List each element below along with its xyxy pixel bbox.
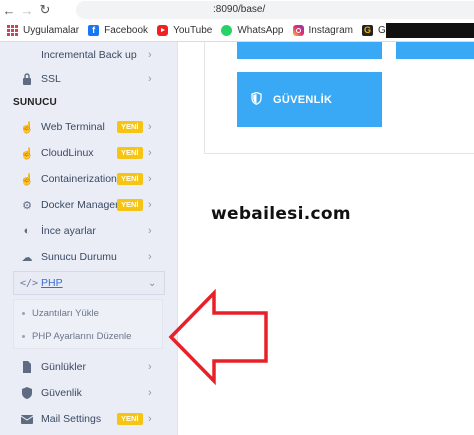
shield-icon: [251, 91, 262, 105]
adjust-icon: ◐: [23, 225, 31, 237]
chevron-right-icon: ›: [148, 73, 152, 85]
sidebar-item-label: Containerization: [41, 173, 117, 185]
sidebar-item-cloudlinux[interactable]: ☝ CloudLinux YENİ ›: [0, 140, 178, 166]
facebook-icon: f: [88, 25, 100, 36]
shield-icon: [21, 387, 33, 400]
sidebar-item-php[interactable]: </> PHP ⌄: [13, 271, 165, 295]
new-badge: YENİ: [117, 173, 143, 185]
new-badge: YENİ: [117, 413, 143, 425]
sidebar-item-label: Mail Settings: [41, 413, 102, 425]
chevron-right-icon: ›: [148, 361, 152, 373]
sidebar-item-label: Incremental Back up: [41, 49, 137, 61]
submenu-item-uzantilari-yukle[interactable]: Uzantıları Yükle: [14, 302, 164, 324]
chevron-right-icon: ›: [148, 49, 152, 61]
php-submenu: Uzantıları Yükle PHP Ayarlarını Düzenle: [13, 299, 163, 349]
new-badge: YENİ: [117, 121, 143, 133]
bullet-dot: [22, 334, 25, 338]
new-badge: YENİ: [117, 147, 143, 159]
sidebar-item-label: Web Terminal: [41, 121, 105, 133]
bookmark-instagram[interactable]: Instagram: [292, 25, 353, 36]
tile-button-label: GÜVENLİK: [273, 93, 333, 106]
guvenlik-tile-button[interactable]: GÜVENLİK: [237, 72, 382, 127]
bookmark-label: WhatsApp: [237, 25, 284, 36]
sidebar-item-label: Docker Manager: [41, 199, 119, 211]
sidebar-item-ince-ayarlar[interactable]: ◐ İnce ayarlar ›: [0, 218, 178, 244]
bookmark-facebook[interactable]: f Facebook: [88, 25, 148, 36]
browser-toolbar: ← → ↻ :8090/base/: [0, 0, 474, 20]
address-bar[interactable]: :8090/base/: [76, 1, 474, 19]
tile-button-partial[interactable]: [237, 42, 382, 59]
chevron-right-icon: ›: [148, 413, 152, 425]
sidebar-item-label: SSL: [41, 73, 61, 85]
hand-pointer-icon: ☝: [20, 147, 34, 160]
url-text: :8090/base/: [213, 4, 266, 15]
submenu-item-label: PHP Ayarlarını Düzenle: [32, 330, 132, 342]
whatsapp-icon: [221, 25, 233, 36]
cloud-icon: ☁: [21, 251, 33, 264]
sidebar-item-mail-settings[interactable]: Mail Settings YENİ ›: [0, 406, 178, 432]
sidebar-item-label: İnce ayarlar: [41, 225, 96, 237]
new-badge: YENİ: [117, 199, 143, 211]
file-icon: [21, 361, 33, 374]
hand-pointer-icon: ☝: [20, 121, 34, 134]
submenu-item-label: Uzantıları Yükle: [32, 307, 99, 319]
back-arrow-icon[interactable]: ←: [0, 0, 18, 20]
chevron-down-icon: ⌄: [148, 277, 157, 289]
bullet-dot: [22, 311, 25, 315]
backup-icon: [21, 49, 33, 62]
sidebar-item-label: Sunucu Durumu: [41, 251, 117, 263]
bookmark-whatsapp[interactable]: WhatsApp: [221, 25, 284, 36]
tile-button-partial[interactable]: [396, 42, 474, 59]
sidebar-item-gunlukler[interactable]: Günlükler ›: [0, 354, 178, 380]
lock-icon: [21, 73, 33, 86]
bookmark-label: Facebook: [104, 25, 149, 36]
chevron-right-icon: ›: [148, 225, 152, 237]
instagram-icon: [292, 25, 304, 36]
gt-icon: G: [361, 25, 373, 36]
chevron-right-icon: ›: [148, 173, 152, 185]
hand-pointer-icon: ☝: [20, 173, 34, 186]
sidebar-item-sunucu-durumu[interactable]: ☁ Sunucu Durumu ›: [0, 244, 178, 270]
chevron-right-icon: ›: [148, 121, 152, 133]
chevron-right-icon: ›: [148, 387, 152, 399]
submenu-item-php-ayarlarini-duzenle[interactable]: PHP Ayarlarını Düzenle: [14, 325, 164, 347]
redacted-block: [386, 23, 474, 38]
bookmark-apps[interactable]: Uygulamalar: [7, 25, 79, 36]
chevron-right-icon: ›: [148, 147, 152, 159]
sidebar-item-incremental-backup[interactable]: Incremental Back up ›: [0, 42, 178, 68]
chevron-right-icon: ›: [148, 199, 152, 211]
chevron-right-icon: ›: [148, 251, 152, 263]
sidebar-item-label: Güvenlik: [41, 387, 82, 399]
section-title-sunucu: SUNUCU: [13, 97, 57, 108]
envelope-icon: [21, 413, 33, 426]
sidebar-item-guvenlik[interactable]: Güvenlik ›: [0, 380, 178, 406]
sidebar-item-web-terminal[interactable]: ☝ Web Terminal YENİ ›: [0, 114, 178, 140]
sidebar-item-docker-manager[interactable]: ⚙ Docker Manager YENİ ›: [0, 192, 178, 218]
watermark-text: webailesi.com: [211, 204, 351, 224]
forward-arrow-icon[interactable]: →: [18, 0, 36, 20]
reload-icon[interactable]: ↻: [36, 0, 54, 20]
code-icon: </>: [20, 277, 39, 289]
sidebar-item-label: Günlükler: [41, 361, 86, 373]
sidebar-item-containerization[interactable]: ☝ Containerization YENİ ›: [0, 166, 178, 192]
cogs-icon: ⚙: [22, 199, 32, 212]
apps-grid-icon: [7, 25, 18, 36]
bookmark-label: Uygulamalar: [23, 25, 80, 36]
sidebar-item-label: CloudLinux: [41, 147, 94, 159]
bookmark-label: Instagram: [308, 25, 353, 36]
sidebar-item-ssl[interactable]: SSL ›: [0, 66, 178, 92]
bookmark-youtube[interactable]: YouTube: [157, 25, 212, 36]
bookmark-label: YouTube: [173, 25, 213, 36]
youtube-icon: [157, 25, 169, 36]
sidebar-item-label: PHP: [41, 277, 63, 289]
